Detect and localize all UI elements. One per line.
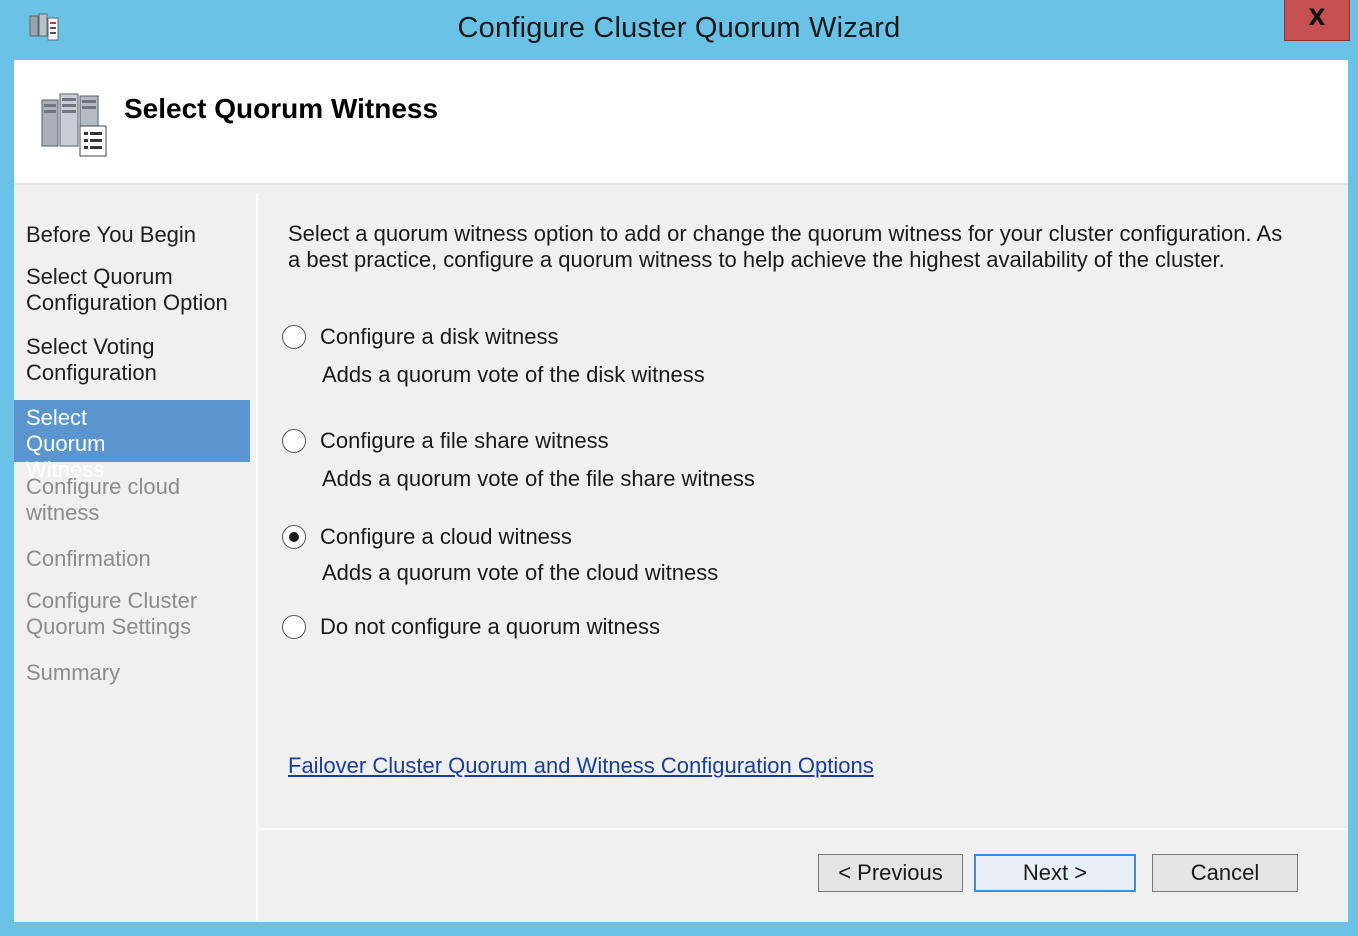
intro-text: Select a quorum witness option to add or… [288, 221, 1283, 272]
previous-button[interactable]: < Previous [818, 854, 963, 892]
radio-selected-dot [289, 532, 299, 542]
wizard-window: Configure Cluster Quorum Wizard X Select… [0, 0, 1358, 936]
button-area-divider [258, 828, 1348, 830]
step-select-quorum-configuration-option[interactable]: Select Quorum Configuration Option [14, 264, 234, 316]
no-witness-radio[interactable] [282, 615, 306, 639]
next-button[interactable]: Next > [974, 854, 1136, 892]
file-share-witness-radio[interactable] [282, 429, 306, 453]
file-share-witness-description: Adds a quorum vote of the file share wit… [322, 466, 755, 491]
main-content: Select a quorum witness option to add or… [258, 193, 1348, 828]
cloud-witness-label[interactable]: Configure a cloud witness [320, 523, 572, 551]
window-title: Configure Cluster Quorum Wizard [457, 12, 901, 44]
page-header: Select Quorum Witness [14, 60, 1348, 185]
wizard-client-area: Select Quorum Witness Before You Begin S… [14, 60, 1348, 922]
step-confirmation: Confirmation [26, 546, 151, 571]
step-configure-cluster-quorum-settings: Configure Cluster Quorum Settings [26, 588, 198, 639]
step-select-voting-configuration[interactable]: Select Voting Configuration [14, 334, 194, 386]
disk-witness-description: Adds a quorum vote of the disk witness [322, 362, 705, 387]
file-share-witness-label[interactable]: Configure a file share witness [320, 427, 609, 455]
step-configure-cloud-witness: Configure cloud witness [26, 474, 181, 525]
disk-witness-radio[interactable] [282, 325, 306, 349]
title-bar[interactable]: Configure Cluster Quorum Wizard X [0, 0, 1358, 60]
step-before-you-begin[interactable]: Before You Begin [14, 222, 250, 248]
wizard-steps-nav: Before You Begin Select Quorum Configura… [14, 193, 256, 922]
step-select-quorum-witness[interactable]: Select Quorum Witness [14, 400, 250, 482]
step-summary: Summary [26, 660, 121, 685]
cloud-witness-description: Adds a quorum vote of the cloud witness [322, 560, 719, 585]
disk-witness-label[interactable]: Configure a disk witness [320, 323, 558, 351]
page-title: Select Quorum Witness [124, 93, 439, 124]
cloud-witness-radio[interactable] [282, 525, 306, 549]
no-witness-label[interactable]: Do not configure a quorum witness [320, 613, 660, 641]
close-button[interactable]: X [1284, 0, 1350, 41]
help-link[interactable]: Failover Cluster Quorum and Witness Conf… [288, 753, 874, 779]
cluster-servers-icon [41, 93, 107, 157]
cancel-button[interactable]: Cancel [1152, 854, 1298, 892]
